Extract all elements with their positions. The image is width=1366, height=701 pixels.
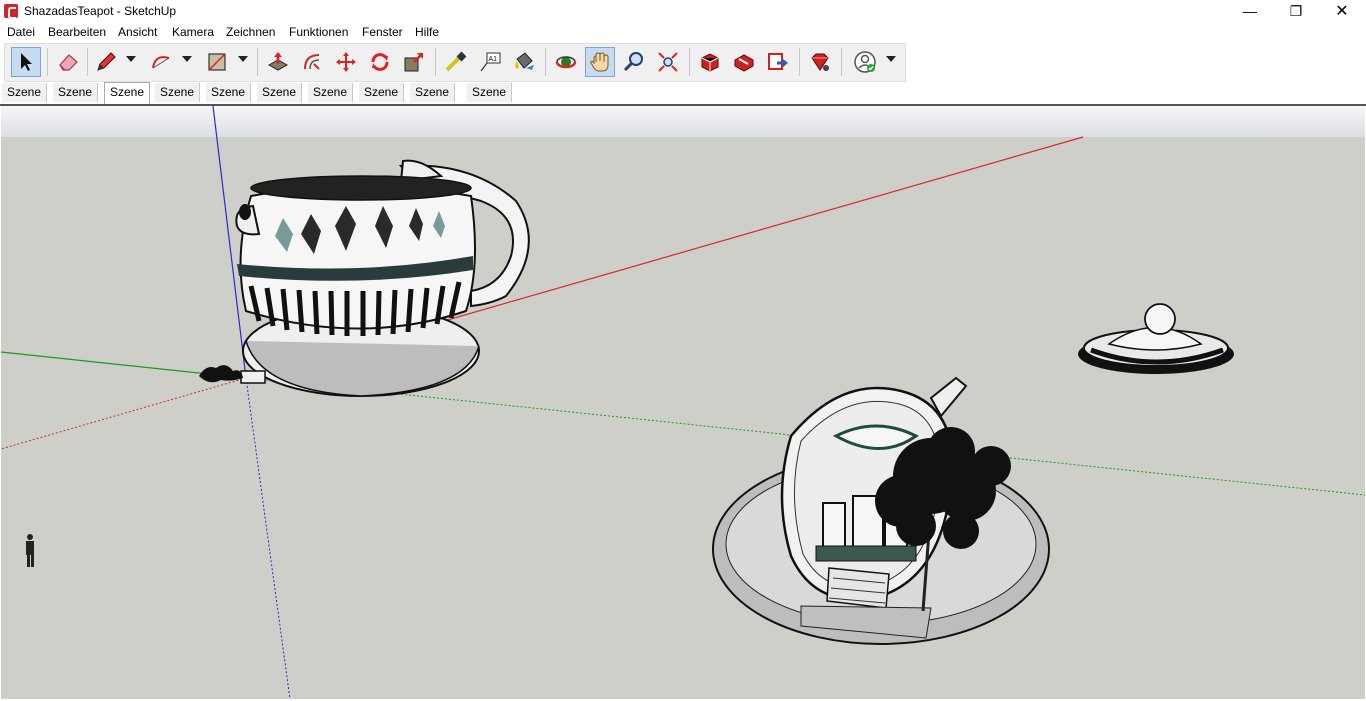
move-icon[interactable] — [331, 47, 361, 77]
menu-funktionen[interactable]: Funktionen — [289, 25, 348, 39]
menu-fenster[interactable]: Fenster — [362, 25, 403, 39]
paint-bucket-icon[interactable] — [509, 47, 539, 77]
text-icon[interactable]: A1 — [475, 47, 505, 77]
modeling-viewport[interactable] — [1, 106, 1365, 699]
rectangle-icon[interactable] — [202, 47, 232, 77]
menu-bearbeiten[interactable]: Bearbeiten — [48, 25, 106, 39]
menu-datei[interactable]: Datei — [7, 25, 35, 39]
scale-figure — [26, 534, 34, 567]
tab-szene-7[interactable]: Szene 7 — [257, 83, 303, 118]
chevron-down-icon[interactable] — [182, 56, 192, 62]
chevron-down-icon[interactable] — [886, 56, 896, 62]
rotate-icon[interactable] — [365, 47, 395, 77]
tab-szene-6[interactable]: Szene 6 — [206, 83, 252, 118]
close-icon[interactable]: ✕ — [1319, 0, 1365, 22]
menu-kamera[interactable]: Kamera — [172, 25, 214, 39]
extension-warehouse-icon[interactable] — [729, 47, 759, 77]
model-scene — [1, 106, 1365, 699]
eraser-icon[interactable] — [53, 47, 83, 77]
zoom-icon[interactable] — [619, 47, 649, 77]
window-title: ShazadasTeapot - SketchUp — [24, 4, 177, 18]
tab-szene-8[interactable]: Szene 8 — [308, 83, 354, 118]
push-pull-icon[interactable] — [263, 47, 293, 77]
blue-axis-negative — [245, 377, 291, 699]
restore-icon[interactable]: ❐ — [1273, 0, 1319, 22]
pan-icon[interactable] — [585, 47, 615, 77]
tab-szene-9[interactable]: Szene 9 — [359, 83, 405, 118]
tab-szene-4[interactable]: Szene 4 — [104, 82, 151, 118]
tab-szene-2[interactable]: Szene 2 — [53, 83, 99, 118]
extension-manager-icon[interactable] — [805, 47, 835, 77]
minimize-icon[interactable]: — — [1227, 0, 1273, 22]
tab-szene-5[interactable]: Szene 5 — [155, 83, 201, 118]
cup-house-model — [712, 376, 1050, 645]
red-axis-negative — [1, 377, 247, 450]
account-icon[interactable] — [850, 47, 880, 77]
menu-zeichnen[interactable]: Zeichnen — [226, 25, 275, 39]
tape-measure-icon[interactable] — [441, 47, 471, 77]
menu-bar: Datei Bearbeiten Ansicht Kamera Zeichnen… — [0, 22, 1366, 42]
teapot-lid-model — [1078, 303, 1234, 374]
select-icon[interactable] — [11, 47, 41, 77]
title-bar: ShazadasTeapot - SketchUp — ❐ ✕ — [0, 0, 1366, 22]
tab-szene-10[interactable]: Szene 10 — [410, 83, 456, 118]
pencil-line-icon[interactable] — [91, 47, 121, 77]
chevron-down-icon[interactable] — [238, 56, 248, 62]
tab-szene-1[interactable]: Szene 1 — [2, 83, 48, 118]
offset-icon[interactable] — [297, 47, 327, 77]
orbit-icon[interactable] — [551, 47, 581, 77]
sketchup-logo-icon — [4, 4, 18, 19]
svg-text:A1: A1 — [489, 56, 498, 63]
menu-ansicht[interactable]: Ansicht — [118, 25, 157, 39]
layout-send-icon[interactable] — [763, 47, 793, 77]
teapot-model — [199, 159, 530, 397]
chevron-down-icon[interactable] — [126, 56, 136, 62]
scale-icon[interactable] — [399, 47, 429, 77]
arc-icon[interactable] — [146, 47, 176, 77]
menu-hilfe[interactable]: Hilfe — [415, 25, 439, 39]
3d-warehouse-icon[interactable] — [695, 47, 725, 77]
main-toolbar: A1 — [4, 43, 906, 82]
zoom-extents-icon[interactable] — [653, 47, 683, 77]
tab-szene-3[interactable]: Szene 3 — [467, 83, 513, 118]
